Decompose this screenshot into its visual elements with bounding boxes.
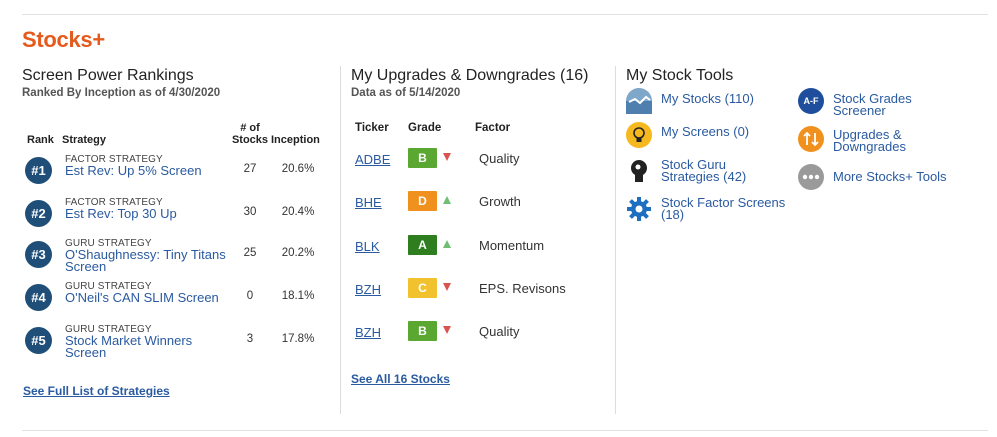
factor-label: EPS. Revisons <box>479 281 566 296</box>
guru-head-icon <box>626 158 652 184</box>
column-divider <box>340 66 341 414</box>
rankings-subtitle: Ranked By Inception as of 4/30/2020 <box>22 87 221 99</box>
arrow-down-icon <box>443 283 451 291</box>
table-row: BLK A Momentum <box>351 235 606 259</box>
header-inception: Inception <box>271 134 320 146</box>
bottom-divider <box>22 430 988 431</box>
stock-count: 27 <box>243 163 257 175</box>
table-row: BZH B Quality <box>351 321 606 345</box>
see-all-stocks-link[interactable]: See All 16 Stocks <box>351 372 450 386</box>
header-stocks: # of Stocks <box>231 122 269 146</box>
table-row: #2 FACTOR STRATEGY Est Rev: Top 30 Up 30… <box>22 196 332 236</box>
grades-af-icon: A-F <box>798 88 824 114</box>
ticker-link[interactable]: BZH <box>355 325 381 340</box>
chart-line-icon <box>626 88 652 114</box>
header-rank: Rank <box>27 134 54 146</box>
ticker-link[interactable]: BLK <box>355 239 380 254</box>
inception-return: 20.4% <box>281 206 315 218</box>
ticker-link[interactable]: BHE <box>355 195 382 210</box>
ticker-link[interactable]: BZH <box>355 282 381 297</box>
stock-count: 25 <box>243 247 257 259</box>
tool-label: Screener <box>833 103 886 118</box>
header-grade: Grade <box>408 122 442 134</box>
upgrades-subtitle: Data as of 5/14/2020 <box>351 87 461 99</box>
table-row: #1 FACTOR STRATEGY Est Rev: Up 5% Screen… <box>22 153 332 193</box>
table-row: #4 GURU STRATEGY O'Neil's CAN SLIM Scree… <box>22 280 332 320</box>
lightbulb-icon <box>626 122 652 148</box>
stock-count: 30 <box>243 206 257 218</box>
grade-badge: B <box>408 148 437 168</box>
tool-label: My Stocks (110) <box>661 91 754 106</box>
factor-label: Growth <box>479 194 521 209</box>
table-row: #3 GURU STRATEGY O'Shaughnessy: Tiny Tit… <box>22 237 332 277</box>
tool-label: My Screens (0) <box>661 124 750 139</box>
tool-label: Downgrades <box>833 139 906 154</box>
upgrades-title: My Upgrades & Downgrades (16) <box>351 67 589 84</box>
grade-badge: A <box>408 235 437 255</box>
rankings-title: Screen Power Rankings <box>22 67 194 84</box>
rankings-section: Screen Power Rankings Ranked By Inceptio… <box>22 66 332 398</box>
factor-label: Quality <box>479 324 520 339</box>
grades-badge-text: A-F <box>803 96 819 106</box>
strategy-link[interactable]: O'Neil's CAN SLIM Screen <box>65 291 233 304</box>
see-full-list-link[interactable]: See Full List of Strategies <box>23 384 170 398</box>
grade-badge: B <box>408 321 437 341</box>
column-divider <box>615 66 616 414</box>
inception-return: 20.6% <box>281 163 315 175</box>
strategy-link[interactable]: O'Shaughnessy: Tiny Titans Screen <box>65 248 233 273</box>
inception-return: 17.8% <box>281 333 315 345</box>
rank-badge: #4 <box>25 284 52 311</box>
page-title: Stocks+ <box>22 27 105 52</box>
tools-title: My Stock Tools <box>626 67 734 84</box>
factor-label: Quality <box>479 151 520 166</box>
stock-count: 3 <box>246 333 254 345</box>
arrow-down-icon <box>443 326 451 334</box>
rank-badge: #3 <box>25 241 52 268</box>
header-ticker: Ticker <box>355 122 389 134</box>
header-strategy: Strategy <box>62 134 107 146</box>
top-divider <box>22 14 988 15</box>
up-down-arrows-icon <box>798 126 824 152</box>
inception-return: 18.1% <box>281 290 315 302</box>
arrow-up-icon <box>443 196 451 204</box>
rankings-header: Rank Strategy # of Stocks Inception <box>22 122 332 148</box>
arrow-down-icon <box>443 153 451 161</box>
arrow-up-icon <box>443 240 451 248</box>
strategy-link[interactable]: Stock Market Winners Screen <box>65 334 233 359</box>
factor-label: Momentum <box>479 238 545 253</box>
table-row: BHE D Growth <box>351 191 606 215</box>
gear-icon <box>626 196 652 222</box>
table-row: #5 GURU STRATEGY Stock Market Winners Sc… <box>22 323 332 363</box>
strategy-link[interactable]: Est Rev: Up 5% Screen <box>65 164 233 177</box>
tool-label: Strategies (42) <box>661 169 747 184</box>
rank-badge: #2 <box>25 200 52 227</box>
strategy-link[interactable]: Est Rev: Top 30 Up <box>65 207 233 220</box>
tool-label: Stock Factor Screens <box>661 195 786 210</box>
grade-badge: D <box>408 191 437 211</box>
rank-badge: #1 <box>25 157 52 184</box>
tools-section: My Stock Tools My Stocks (110) My Screen… <box>626 66 988 221</box>
rank-badge: #5 <box>25 327 52 354</box>
stock-count: 0 <box>246 290 254 302</box>
table-row: ADBE B Quality <box>351 148 606 172</box>
header-factor: Factor <box>475 122 511 134</box>
grade-badge: C <box>408 278 437 298</box>
more-dots-icon <box>798 164 824 190</box>
upgrades-section: My Upgrades & Downgrades (16) Data as of… <box>351 66 606 386</box>
inception-return: 20.2% <box>281 247 315 259</box>
ticker-link[interactable]: ADBE <box>355 152 390 167</box>
tool-label: More Stocks+ Tools <box>833 169 947 184</box>
table-row: BZH C EPS. Revisons <box>351 278 606 302</box>
tool-label: (18) <box>661 207 685 222</box>
